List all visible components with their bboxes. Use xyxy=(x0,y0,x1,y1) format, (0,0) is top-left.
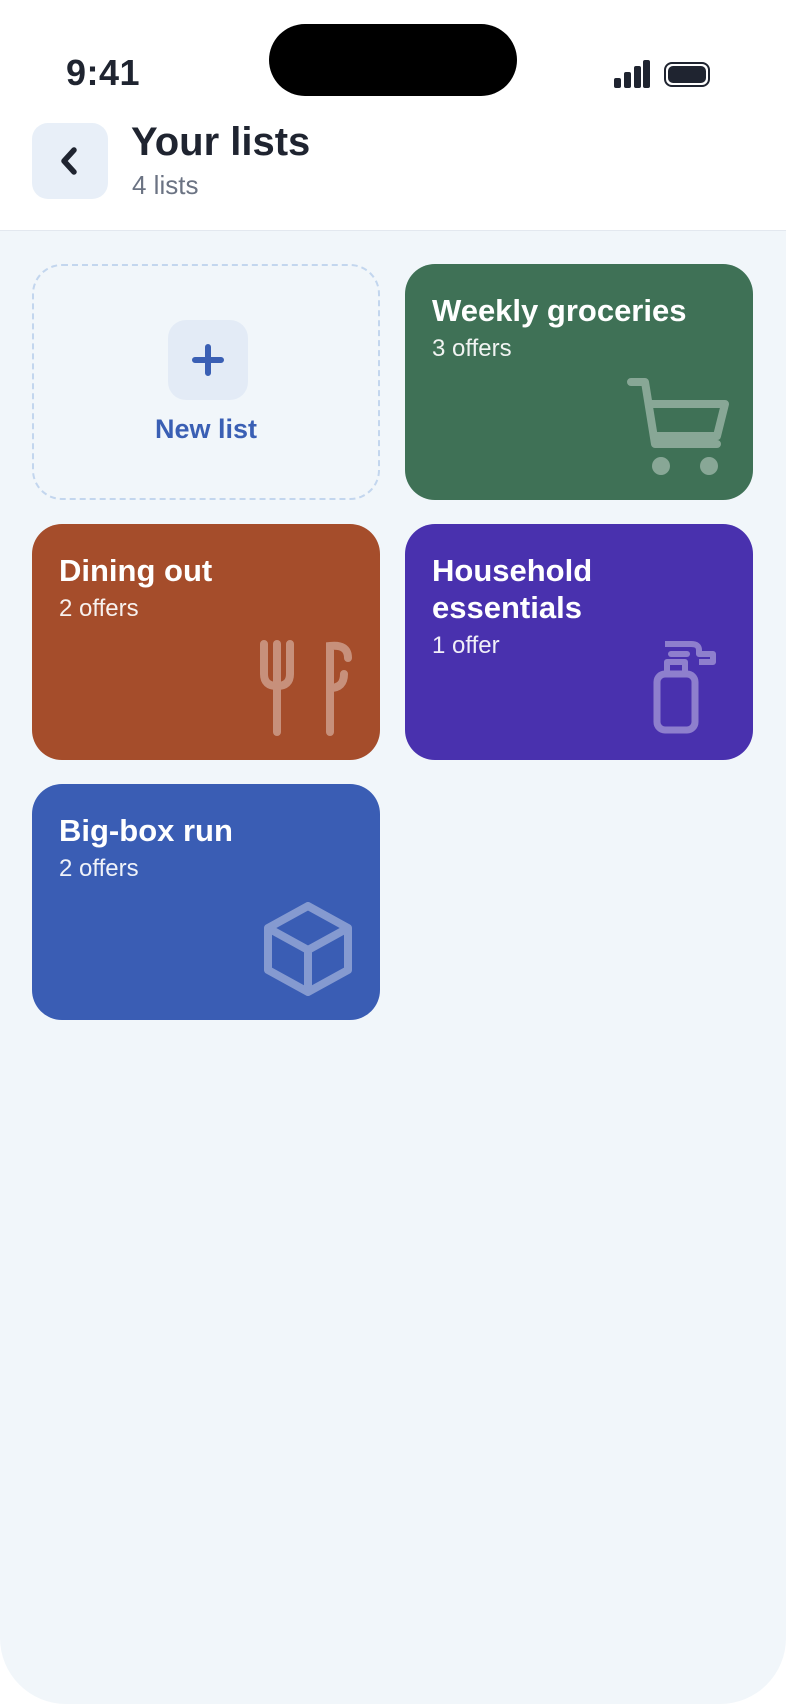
cart-icon xyxy=(627,378,729,475)
offer-count: 2 offers xyxy=(59,855,139,882)
status-time: 9:41 xyxy=(66,52,141,93)
list-card-big-box-run[interactable]: Big-box run 2 offers xyxy=(32,784,380,1020)
offer-count: 3 offers xyxy=(432,335,512,362)
list-name: Weekly groceries xyxy=(432,293,687,328)
screen: 9:41 Your lists 4 lists New list Weekly … xyxy=(0,0,786,1704)
spray-bottle-icon xyxy=(653,641,716,734)
chevron-left-icon xyxy=(61,147,77,175)
back-button[interactable] xyxy=(32,123,108,199)
list-card-dining-out[interactable]: Dining out 2 offers xyxy=(32,524,380,760)
signal-icon xyxy=(614,60,650,88)
list-card-household-essentials[interactable]: Household essentials 1 offer xyxy=(405,524,753,760)
battery-icon xyxy=(664,62,710,87)
offer-count: 2 offers xyxy=(59,595,139,622)
list-card-weekly-groceries[interactable]: Weekly groceries 3 offers xyxy=(405,264,753,500)
list-count: 4 lists xyxy=(132,170,199,200)
dynamic-island xyxy=(269,24,517,96)
header-bar: 9:41 Your lists 4 lists xyxy=(0,0,786,231)
new-list-button[interactable]: New list xyxy=(32,264,380,500)
fork-knife-icon xyxy=(260,640,352,736)
page-title: Your lists xyxy=(131,120,311,164)
box-icon xyxy=(264,902,352,996)
list-name: Dining out xyxy=(59,553,213,588)
list-name: Big-box run xyxy=(59,813,233,848)
new-list-label: New list xyxy=(154,414,258,444)
list-name: Household essentials xyxy=(432,553,593,625)
plus-icon xyxy=(168,320,248,400)
